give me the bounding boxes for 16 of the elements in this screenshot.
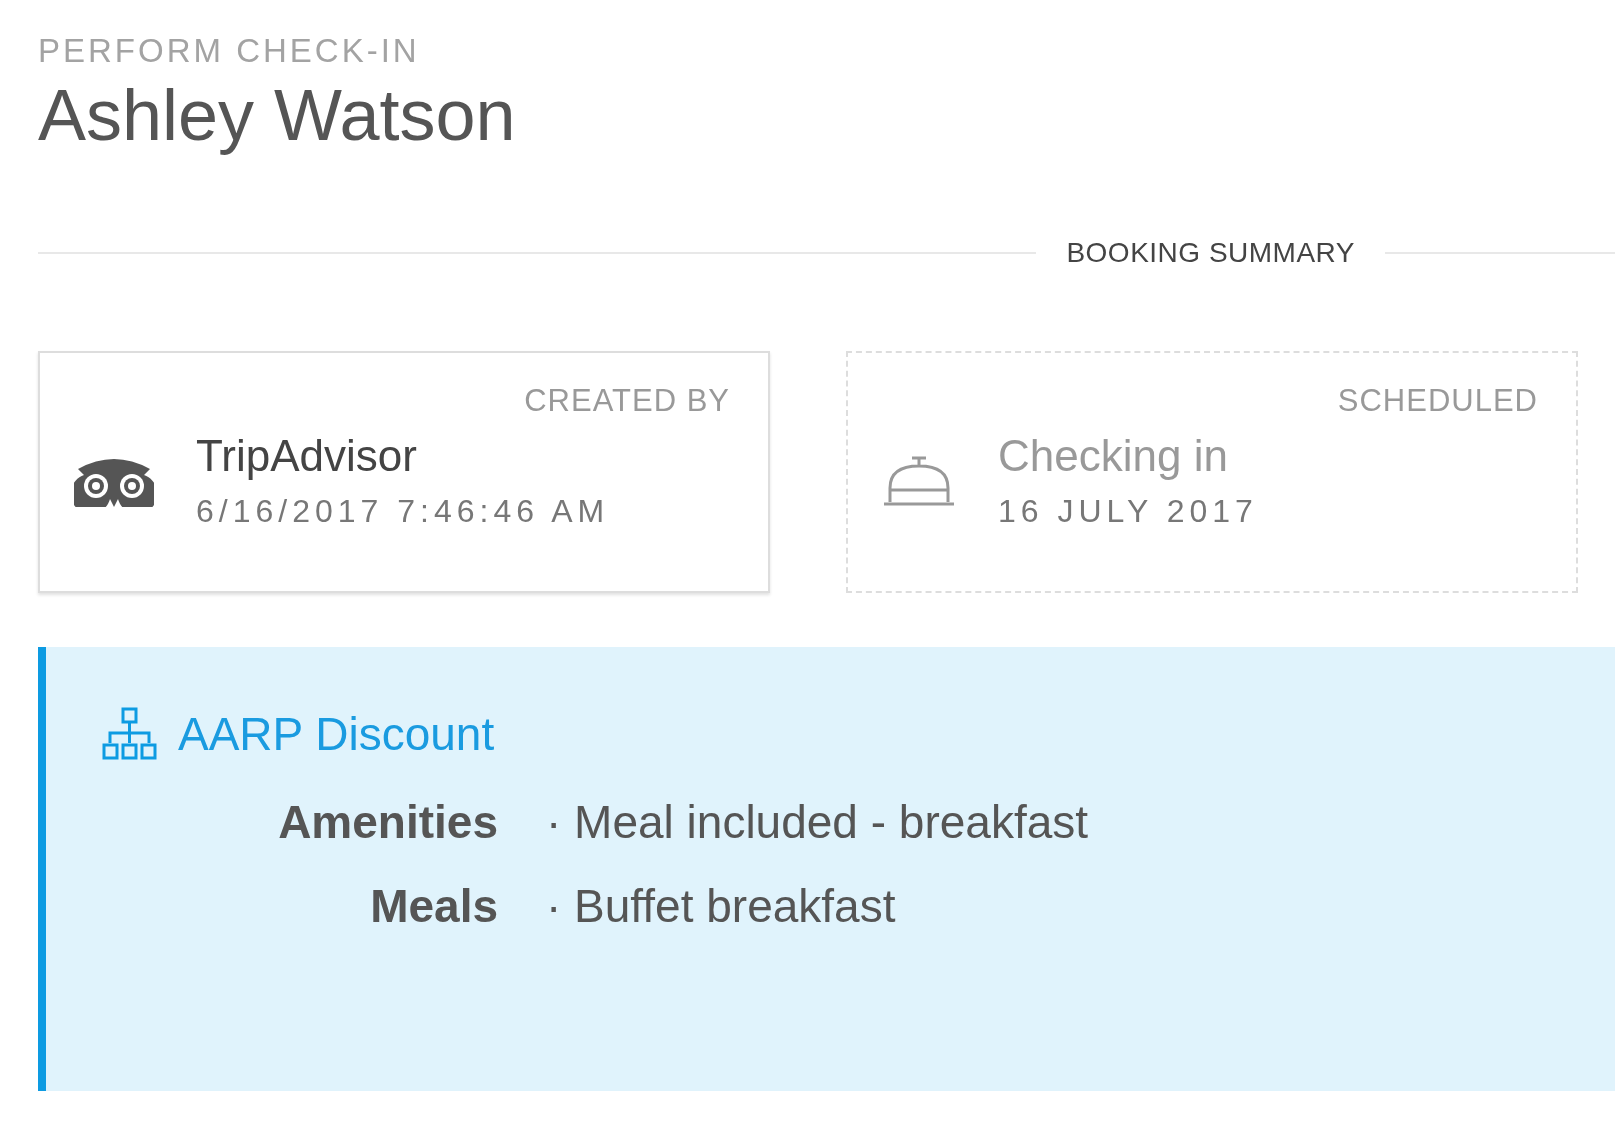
card-subtitle: 16 JULY 2017 [998, 493, 1258, 531]
detail-label: Amenities [277, 795, 498, 850]
page-eyebrow: PERFORM CHECK-IN [38, 32, 421, 70]
service-bell-icon [882, 455, 956, 506]
guest-name: Ashley Watson [38, 76, 517, 156]
card-title: Checking in [998, 431, 1229, 482]
card-title: TripAdvisor [196, 431, 418, 482]
card-label: SCHEDULED [1337, 383, 1538, 420]
section-heading: BOOKING SUMMARY [1066, 237, 1355, 270]
detail-value: · Meal included - breakfast [546, 795, 1089, 850]
detail-label: Meals [369, 879, 498, 934]
rate-title: AARP Discount [178, 707, 495, 762]
detail-value: · Buffet breakfast [546, 879, 897, 934]
hierarchy-icon [102, 707, 158, 762]
card-subtitle: 6/16/2017 7:46:46 AM [196, 493, 610, 531]
card-label: CREATED BY [524, 383, 730, 420]
